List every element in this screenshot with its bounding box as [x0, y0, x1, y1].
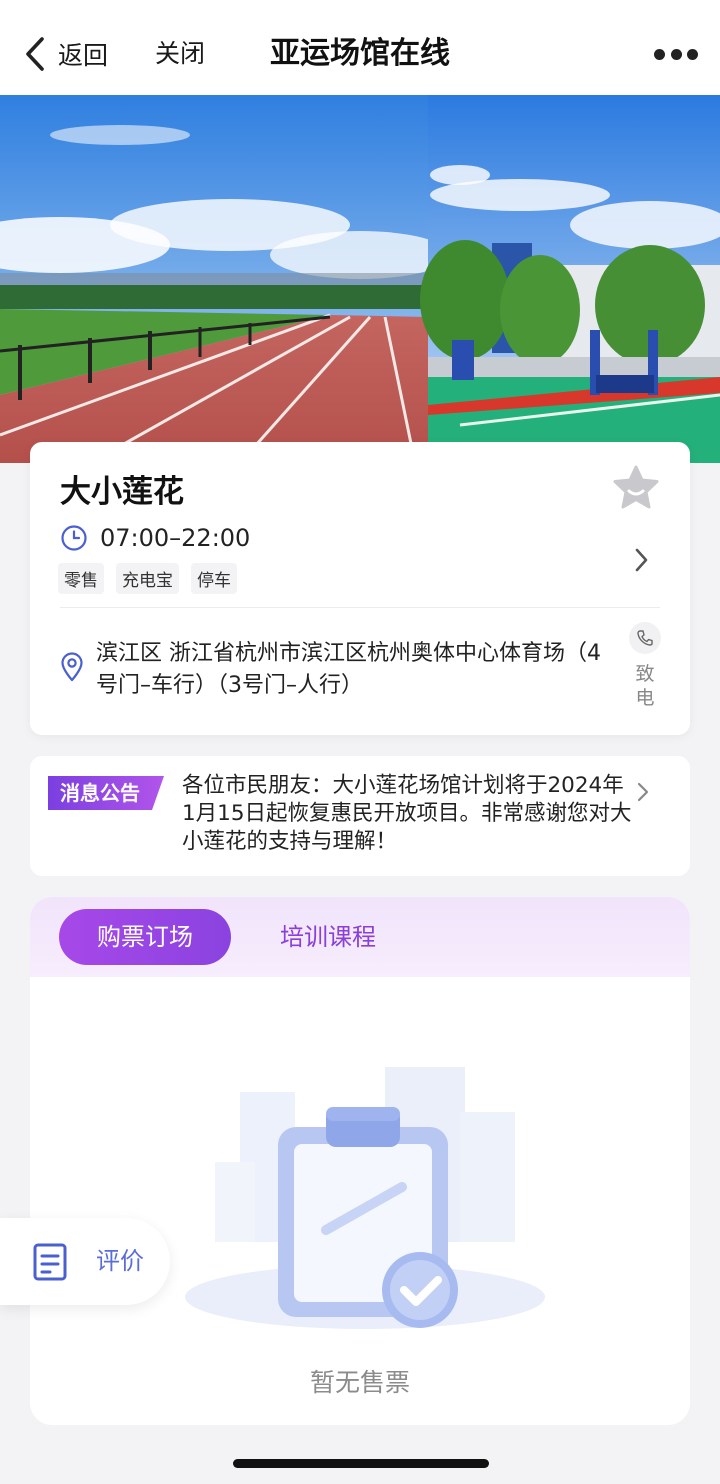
divider — [60, 607, 660, 608]
venue-name: 大小莲花 — [60, 474, 184, 510]
venue-info-card: 大小莲花 07:00–22:00 零售 充电宝 停车 滨江区 浙江省杭州市滨江区… — [30, 442, 690, 735]
notice-card[interactable]: 消息公告 各位市民朋友：大小莲花场馆计划将于2024年1月15日起恢复惠民开放项… — [30, 756, 690, 876]
favorite-star-icon[interactable] — [612, 464, 660, 510]
location-pin-icon — [61, 652, 83, 682]
running-track-photo — [0, 95, 450, 463]
empty-state-text: 暂无售票 — [309, 1368, 410, 1397]
empty-clipboard-icon — [185, 1067, 545, 1329]
review-document-icon — [33, 1243, 67, 1281]
clock-icon — [61, 525, 87, 551]
tab-buy-tickets[interactable]: 购票订场 — [59, 909, 231, 965]
outdoor-court-photo — [420, 95, 720, 463]
chevron-right-icon[interactable] — [634, 546, 650, 574]
opening-hours: 07:00–22:00 — [60, 524, 250, 552]
back-button[interactable]: 返回 — [22, 34, 108, 74]
amenity-tag: 停车 — [191, 563, 237, 594]
booking-panel: 购票订场 培训课程 暂无售票 — [30, 897, 690, 1425]
home-indicator[interactable] — [233, 1459, 489, 1468]
phone-icon — [629, 622, 661, 654]
amenity-tag: 充电宝 — [116, 563, 179, 594]
booking-tabs: 购票订场 培训课程 — [30, 897, 690, 977]
venue-address: 滨江区 浙江省杭州市滨江区杭州奥体中心体育场（4号门–车行）（3号门–人行） — [96, 641, 601, 698]
amenity-tag: 零售 — [58, 563, 104, 594]
more-dot-icon — [654, 48, 665, 60]
close-button[interactable]: 关闭 — [155, 34, 205, 74]
call-button[interactable]: 致电 — [628, 622, 662, 710]
review-label: 评价 — [96, 1247, 144, 1275]
page-title: 亚运场馆在线 — [270, 36, 450, 71]
top-nav-bar: 返回 关闭 亚运场馆在线 — [0, 0, 720, 95]
call-label: 致电 — [635, 663, 655, 709]
hours-text: 07:00–22:00 — [100, 524, 251, 552]
notice-text: 各位市民朋友：大小莲花场馆计划将于2024年1月15日起恢复惠民开放项目。非常感… — [182, 773, 632, 854]
chevron-left-icon — [26, 37, 44, 71]
venue-hero-photo — [0, 95, 720, 463]
tab-training-courses[interactable]: 培训课程 — [280, 909, 376, 965]
notice-badge-label: 消息公告 — [60, 781, 140, 805]
chevron-right-icon — [637, 782, 649, 802]
back-label: 返回 — [58, 41, 109, 70]
more-options-button[interactable] — [654, 44, 698, 64]
more-dot-icon — [670, 48, 682, 60]
amenity-tags: 零售 充电宝 停车 — [58, 563, 249, 594]
notice-badge: 消息公告 — [48, 776, 164, 810]
more-dot-icon — [687, 48, 698, 60]
review-button[interactable]: 评价 — [0, 1218, 170, 1305]
